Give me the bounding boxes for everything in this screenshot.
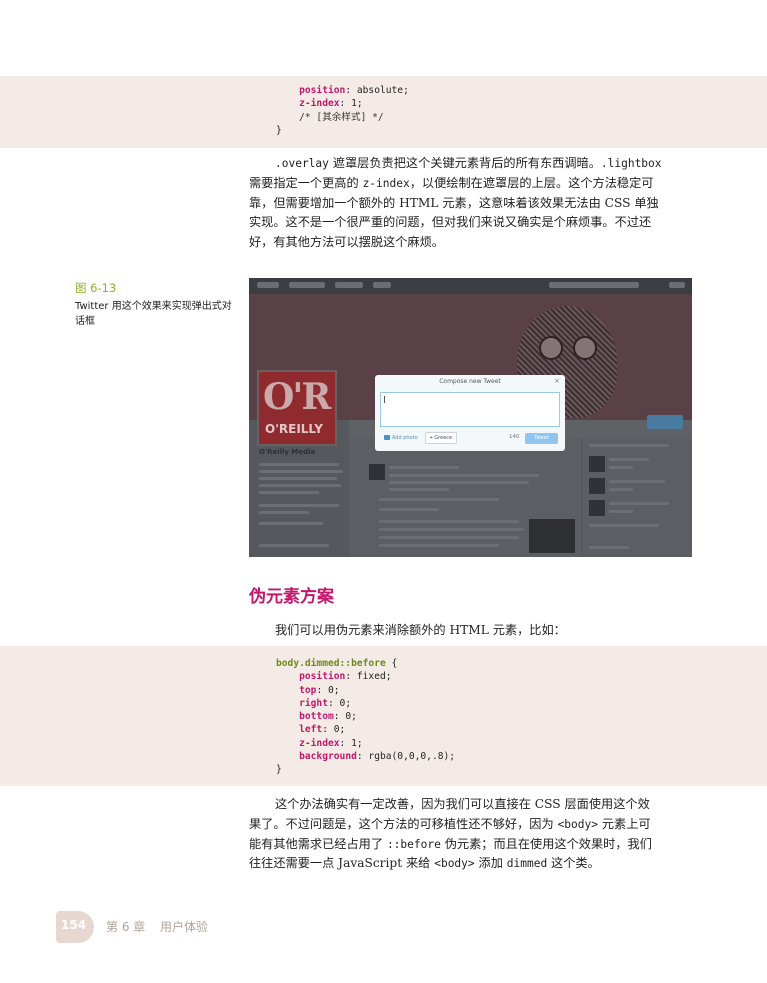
pin-icon: ⌖	[429, 435, 433, 441]
paragraph-overlay-explanation: .overlay 遮罩层负责把这个关键元素背后的所有东西调暗。.lightbox…	[249, 154, 692, 253]
code-line: bottom: 0;	[299, 711, 357, 723]
char-counter: 140	[509, 434, 520, 440]
code-line: position: absolute;	[299, 85, 409, 96]
code-property: position	[299, 671, 346, 683]
code-line: }	[276, 124, 282, 136]
close-icon: ×	[554, 377, 560, 385]
page-number: 154	[61, 918, 87, 932]
twitter-screenshot: O'R O'REILLY O'Reilly Media Compose new …	[249, 278, 692, 557]
chapter-label: 第 6 章	[106, 920, 146, 934]
figure-label: 图 6-13	[75, 281, 117, 295]
text-line: 能有其他需求已经占用了 ::before 伪元素；而且在使用这个效果时，我们	[249, 836, 652, 851]
code-line: top: 0;	[299, 684, 340, 696]
tweet-textarea	[380, 392, 560, 427]
tweet-button: Tweet	[525, 433, 558, 444]
screenshot-top-bar	[249, 278, 692, 294]
text-line: .overlay 遮罩层负责把这个关键元素背后的所有东西调暗。.lightbox	[275, 156, 662, 170]
location-button: ⌖ Greece	[425, 432, 457, 444]
code-comment: /* [其余样式] */	[299, 111, 384, 123]
text-line: 这个办法确实有一定改善，因为我们可以直接在 CSS 层面使用这个效	[275, 797, 650, 811]
code-property: left	[299, 724, 323, 736]
chapter-title: 用户体验	[160, 920, 209, 934]
inline-code: <body>	[434, 857, 475, 871]
code-property: z-index	[299, 98, 340, 110]
profile-name: O'Reilly Media	[259, 448, 316, 456]
code-property: background	[299, 751, 357, 763]
compose-tweet-dialog: Compose new Tweet × Add photo ⌖ Greece 1…	[375, 375, 565, 451]
code-line: z-index: 1;	[299, 98, 363, 110]
tweet-feed	[349, 438, 581, 557]
dialog-title: Compose new Tweet	[439, 378, 501, 385]
code-listing-top: position: absolute; z-index: 1; /* [其余样式…	[276, 84, 409, 137]
suggestions-panel	[583, 438, 692, 557]
follow-button	[647, 415, 683, 429]
code-line: body.dimmed::before {	[276, 658, 398, 669]
code-line: /* [其余样式] */	[276, 111, 409, 124]
camera-icon	[384, 435, 391, 440]
inline-code: z-index	[362, 176, 410, 190]
text-line: 果了。不过问题是，这个方法的可移植性还不够好，因为 <body> 元素上可	[249, 816, 651, 831]
figure-caption: Twitter 用这个效果来实现弹出式对话框	[75, 301, 232, 327]
text-line: 往往还需要一点 JavaScript 来给 <body> 添加 dimmed 这…	[249, 856, 600, 871]
text-line: 好，有其他方法可以摆脱这个麻烦。	[249, 235, 444, 250]
section-heading: 伪元素方案	[249, 587, 334, 607]
code-property: z-index	[299, 737, 340, 749]
text-line: 靠，但需要增加一个额外的 HTML 元素，这意味着该效果无法由 CSS 单独	[249, 195, 659, 210]
text-line: 需要指定一个更高的 z-index，以便绘制在遮罩层的上层。这个方法稳定可	[249, 175, 654, 190]
code-property: top	[299, 684, 317, 696]
text-line: 实现。这不是一个很严重的问题，但对我们来说又确实是个麻烦事。不过还	[249, 215, 652, 230]
tweet-thumbnail	[529, 519, 575, 553]
inline-code: .overlay	[275, 157, 329, 170]
code-property: right	[299, 697, 328, 709]
code-line: position: fixed;	[299, 671, 392, 683]
code-property: bottom	[299, 711, 334, 723]
inline-code: <body>	[557, 817, 598, 831]
code-line: }	[276, 764, 282, 776]
code-line: right: 0;	[299, 697, 352, 709]
paragraph-pseudo-element-intro: 我们可以用伪元素来消除额外的 HTML 元素，比如：	[275, 623, 566, 637]
code-line: background: rgba(0,0,0,.8);	[299, 751, 456, 763]
oreilly-logo: O'R O'REILLY	[257, 370, 337, 446]
code-property: position	[299, 85, 346, 96]
inline-code: ::before	[386, 837, 441, 851]
paragraph-portability-discussion: 这个办法确实有一定改善，因为我们可以直接在 CSS 层面使用这个效果了。不过问题…	[249, 795, 692, 874]
inline-code: .lightbox	[600, 157, 662, 170]
code-listing-main: body.dimmed::before { position: fixed; t…	[276, 657, 455, 777]
inline-code: dimmed	[506, 857, 548, 871]
code-line: left: 0;	[299, 724, 346, 736]
code-selector: body.dimmed::before	[276, 658, 386, 669]
add-photo-button: Add photo	[382, 433, 420, 443]
code-line: z-index: 1;	[299, 737, 363, 749]
